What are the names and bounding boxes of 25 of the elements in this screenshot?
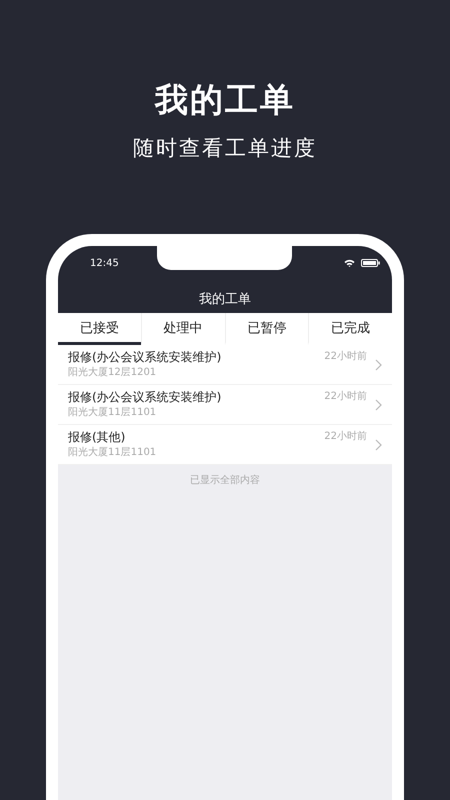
order-location: 阳光大厦12层1201	[68, 366, 158, 380]
tab[interactable]: 已完成	[308, 313, 392, 345]
order-location: 阳光大厦11层1101	[68, 406, 158, 420]
order-title: 报修(办公会议系统安装维护)	[68, 349, 222, 365]
order-row[interactable]: 报修(办公会议系统安装维护) 阳光大厦12层1201 22小时前	[58, 345, 392, 385]
order-title: 报修(办公会议系统安装维护)	[68, 389, 222, 405]
end-of-list-note: 已显示全部内容	[189, 474, 261, 488]
promo-subtitle: 随时查看工单进度	[133, 135, 317, 162]
chevron-icon	[375, 399, 382, 411]
status-time: 12:45	[90, 258, 119, 268]
tab[interactable]: 已暂停	[224, 313, 308, 345]
order-time: 22小时前	[324, 390, 367, 403]
order-row[interactable]: 报修(办公会议系统安装维护) 阳光大厦11层1101 22小时前	[58, 385, 392, 425]
wifi-icon	[344, 259, 355, 267]
order-row[interactable]: 报修(其他) 阳光大厦11层1101 22小时前	[58, 425, 392, 465]
order-time: 22小时前	[324, 430, 367, 443]
order-title: 报修(其他)	[68, 429, 126, 445]
promo-title: 我的工单	[155, 80, 295, 120]
battery-icon	[361, 259, 380, 267]
screen-title: 我的工单	[198, 291, 252, 308]
order-location: 阳光大厦11层1101	[68, 446, 158, 460]
chevron-icon	[375, 359, 382, 371]
order-time: 22小时前	[324, 350, 367, 363]
chevron-icon	[375, 439, 382, 451]
tab[interactable]: 处理中	[140, 313, 224, 345]
